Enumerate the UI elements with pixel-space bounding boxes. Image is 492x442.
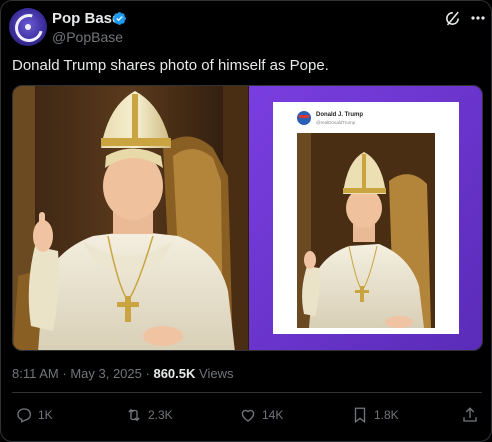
truth-social-post-image[interactable]	[249, 86, 483, 351]
grok-icon[interactable]	[444, 10, 461, 27]
bookmark-button[interactable]: 1.8K	[351, 403, 399, 427]
author-handle[interactable]: @PopBase	[52, 29, 123, 45]
author-name[interactable]: Pop Base	[52, 10, 120, 27]
like-count: 14K	[262, 408, 284, 422]
tweet-meta: 8:11 AM · May 3, 2025 · 860.5K Views	[12, 366, 233, 381]
more-options-icon[interactable]	[470, 9, 486, 27]
reply-count: 1K	[38, 408, 53, 422]
repost-count: 2.3K	[148, 408, 173, 422]
pope-portrait-image[interactable]	[13, 86, 248, 351]
action-bar: 1K 2.3K 14K 1.8K	[1, 403, 492, 429]
share-icon	[463, 407, 477, 422]
bookmark-icon	[354, 407, 366, 424]
tweet-time[interactable]: 8:11 AM	[12, 366, 59, 381]
repost-icon	[128, 408, 140, 422]
author-avatar[interactable]	[9, 8, 47, 46]
reply-button[interactable]: 1K	[15, 403, 53, 427]
meta-separator: ·	[145, 366, 150, 381]
tweet-text: Donald Trump shares photo of himself as …	[12, 57, 329, 74]
reply-icon	[17, 408, 32, 423]
share-button[interactable]	[461, 403, 484, 427]
heart-icon	[241, 409, 255, 422]
divider	[12, 392, 482, 393]
views-label: Views	[199, 366, 234, 381]
tweet-card[interactable]: Pop Base @PopBase Donald Trump shares ph…	[0, 0, 492, 442]
tweet-date[interactable]: May 3, 2025	[70, 366, 142, 381]
like-button[interactable]: 14K	[239, 403, 283, 427]
meta-separator: ·	[62, 366, 67, 381]
repost-button[interactable]: 2.3K	[125, 403, 173, 427]
embedded-post-handle: @realDonaldTrump	[316, 120, 356, 125]
tweet-media[interactable]: Donald J. Trump @realDonaldTrump	[12, 85, 483, 351]
bookmark-count: 1.8K	[374, 408, 399, 422]
verified-badge-icon	[113, 12, 126, 25]
views-count: 860.5K	[153, 366, 196, 381]
embedded-post-name: Donald J. Trump	[316, 112, 364, 118]
